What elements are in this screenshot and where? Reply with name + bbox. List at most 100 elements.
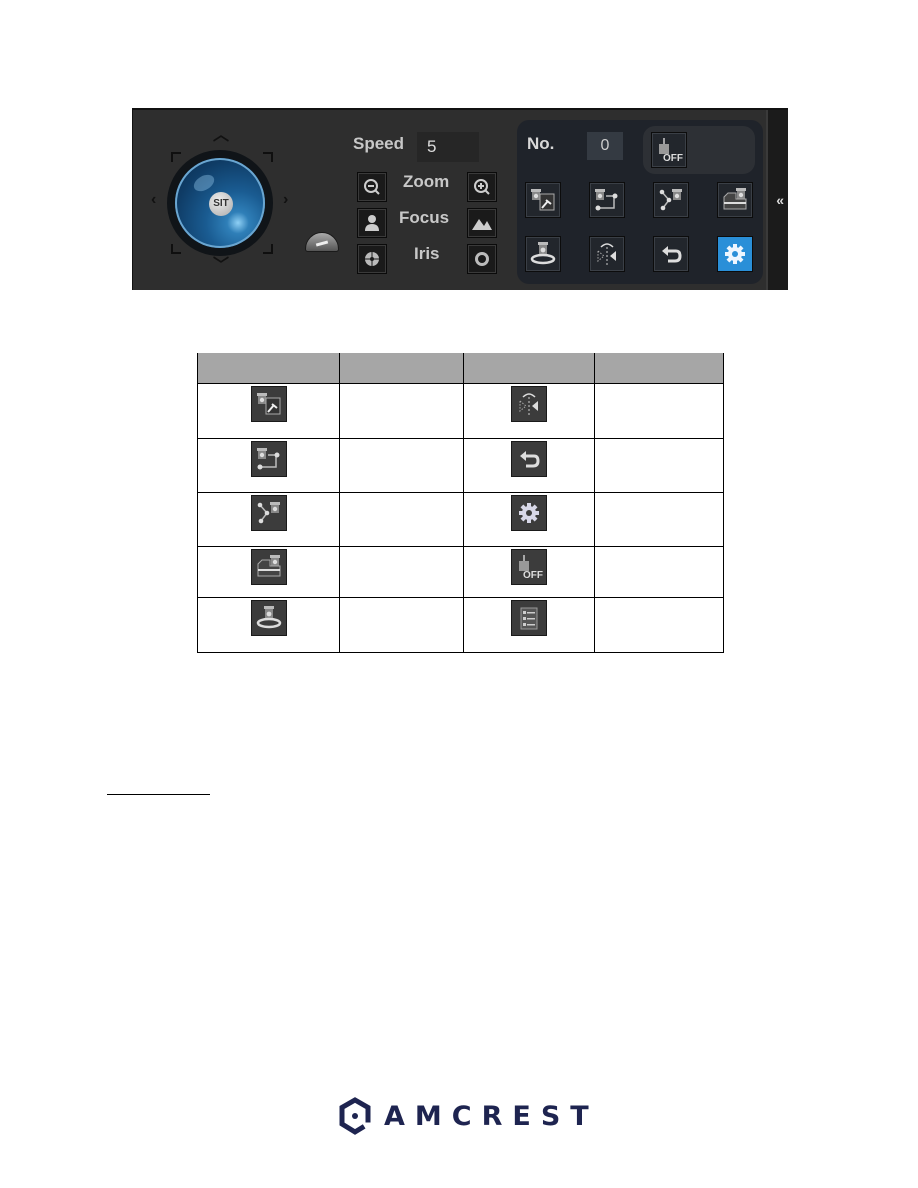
collapse-icon[interactable]: « — [776, 192, 784, 208]
focus-label: Focus — [399, 208, 450, 227]
ptz-control-panel: ︿ ﹀ ‹ › SIT Speed 5 Zoom Focus Iris No. … — [132, 108, 788, 290]
table-icon-cell — [463, 383, 595, 439]
wiper-icon: OFF — [511, 549, 547, 585]
focus-far-button[interactable] — [467, 208, 497, 238]
zoom-label: Zoom — [403, 172, 450, 191]
table-text-cell — [594, 383, 724, 439]
zoom-out-icon — [364, 179, 380, 195]
table-header-cell — [463, 353, 595, 384]
speed-label: Speed — [353, 134, 405, 153]
table-icon-cell — [463, 492, 595, 547]
iris-close-icon — [365, 252, 379, 266]
pan-left-arrow[interactable]: ‹ — [151, 192, 156, 208]
table-text-cell — [594, 438, 724, 493]
reset-icon — [662, 246, 682, 263]
wiper-area: OFF — [643, 126, 755, 174]
table-text-cell — [339, 492, 464, 547]
svg-text:OFF: OFF — [523, 570, 543, 581]
rotate-icon — [530, 242, 556, 265]
reset-button[interactable] — [653, 236, 689, 272]
preset-number-label: No. — [527, 134, 555, 153]
menu-list-icon — [511, 600, 547, 636]
tour-icon — [595, 189, 618, 211]
amcrest-logo-icon — [339, 1097, 371, 1135]
brand-name: AMCREST — [384, 1100, 599, 1132]
table-icon-cell — [463, 438, 595, 493]
sit-button[interactable]: SIT — [209, 192, 233, 216]
table-icon-cell — [197, 383, 340, 439]
amcrest-logo: AMCREST — [338, 1097, 599, 1135]
flip-icon — [511, 386, 547, 422]
table-icon-cell — [197, 438, 340, 493]
table-header-cell — [594, 353, 724, 384]
iris-open-button[interactable] — [467, 244, 497, 274]
flip-button[interactable] — [589, 236, 625, 272]
reset-icon — [511, 441, 547, 477]
tour-icon — [250, 441, 287, 477]
iris-label: Iris — [414, 244, 440, 263]
scan-icon — [250, 549, 287, 585]
wiper-icon: OFF — [659, 138, 683, 164]
zoom-in-icon — [474, 179, 490, 195]
scan-icon — [723, 188, 747, 210]
table-icon-cell: OFF — [463, 546, 595, 598]
speed-gauge-icon[interactable] — [305, 232, 339, 252]
iris-close-button[interactable] — [357, 244, 387, 274]
pan-right-arrow[interactable]: › — [283, 192, 288, 208]
table-icon-cell — [197, 546, 340, 598]
preset-icon — [250, 386, 287, 422]
preset-icon — [531, 189, 555, 211]
table-text-cell — [339, 546, 464, 598]
rotate-button[interactable] — [525, 236, 561, 272]
iris-open-icon — [475, 252, 489, 266]
table-text-cell — [339, 597, 464, 653]
gear-icon — [511, 495, 547, 531]
table-text-cell — [594, 546, 724, 598]
preset-number-input[interactable]: 0 — [587, 132, 623, 160]
table-icon-cell — [463, 597, 595, 653]
focus-near-icon — [365, 215, 379, 231]
zoom-out-button[interactable] — [357, 172, 387, 202]
pattern-icon — [250, 495, 287, 531]
focus-near-button[interactable] — [357, 208, 387, 238]
flip-icon — [597, 243, 616, 265]
table-row — [197, 597, 724, 653]
zoom-in-button[interactable] — [467, 172, 497, 202]
table-text-cell — [339, 383, 464, 439]
table-header-cell — [339, 353, 464, 384]
icon-function-table: OFF — [197, 353, 724, 653]
collapse-sidebar[interactable]: « — [766, 110, 788, 290]
table-row — [197, 492, 724, 547]
table-icon-cell — [197, 597, 340, 653]
table-header-row — [197, 353, 724, 384]
focus-far-icon — [472, 219, 492, 230]
table-text-cell — [594, 492, 724, 547]
pan-down-right-arrow[interactable] — [263, 244, 273, 254]
table-text-cell — [594, 597, 724, 653]
scan-button[interactable] — [717, 182, 753, 218]
pattern-icon — [659, 189, 682, 211]
table-text-cell — [339, 438, 464, 493]
section-heading-underline — [107, 794, 210, 795]
pan-up-left-arrow[interactable] — [171, 152, 181, 162]
table-icon-cell — [197, 492, 340, 547]
pattern-button[interactable] — [653, 182, 689, 218]
pan-down-left-arrow[interactable] — [171, 244, 181, 254]
rotate-icon — [250, 600, 287, 636]
table-row — [197, 438, 724, 493]
table-header-cell — [197, 353, 340, 384]
pan-up-right-arrow[interactable] — [263, 152, 273, 162]
wiper-off-button[interactable]: OFF — [651, 132, 687, 168]
preset-function-area: No. 0 OFF — [517, 120, 763, 284]
gear-icon — [725, 244, 745, 264]
pan-up-arrow[interactable]: ︿ — [213, 128, 229, 144]
svg-text:OFF: OFF — [663, 153, 683, 164]
pan-down-arrow[interactable]: ﹀ — [213, 258, 229, 274]
table-row: OFF — [197, 546, 724, 598]
preset-button[interactable] — [525, 182, 561, 218]
speed-input[interactable]: 5 — [417, 132, 479, 162]
ptz-joystick[interactable]: SIT — [167, 150, 273, 256]
table-row — [197, 383, 724, 439]
settings-button[interactable] — [717, 236, 753, 272]
tour-button[interactable] — [589, 182, 625, 218]
